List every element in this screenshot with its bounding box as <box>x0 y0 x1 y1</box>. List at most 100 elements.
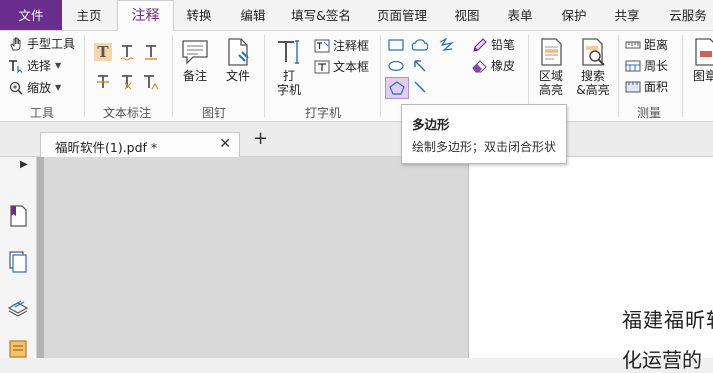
tab-cloud[interactable]: 云服务 <box>660 0 713 30</box>
tab-edit[interactable]: 编辑 <box>232 0 274 30</box>
replace-text-icon[interactable] <box>118 73 136 91</box>
tab-convert[interactable]: 转换 <box>178 0 220 30</box>
page-thumbnails-icon[interactable] <box>7 250 29 274</box>
group-label-text-markup: 文本标注 <box>102 106 151 120</box>
stamp-button[interactable]: 图章 <box>690 37 713 83</box>
perimeter-ruler-icon <box>625 58 641 74</box>
menu-bar: 文件 主页 注释 转换 编辑 填写&签名 页面管理 视图 表单 保护 共享 云服… <box>0 0 713 32</box>
hand-tool-label: 手型工具 <box>27 37 76 51</box>
hand-tool-button[interactable]: 手型工具 <box>8 35 75 52</box>
tooltip-description: 绘制多边形；双击闭合形状 <box>412 140 557 154</box>
tab-form[interactable]: 表单 <box>499 0 541 30</box>
rectangle-tool-icon[interactable] <box>387 36 405 54</box>
zoom-button[interactable]: 缩放 ▼ <box>8 79 61 96</box>
select-label: 选择 <box>27 59 52 73</box>
tab-page-manage[interactable]: 页面管理 <box>369 0 435 30</box>
attach-file-button[interactable]: 文件 <box>222 37 254 83</box>
pencil-button[interactable]: 铅笔 <box>472 36 515 53</box>
text-box-icon <box>314 59 330 75</box>
comment-box-button[interactable]: 注释框 <box>314 37 369 54</box>
area-highlight-button[interactable]: 区域 高亮 <box>534 37 568 97</box>
typewriter-button[interactable]: 打 字机 <box>272 37 306 97</box>
file-label: 文件 <box>225 69 250 83</box>
tab-fill-sign[interactable]: 填写&签名 <box>285 0 357 30</box>
highlight-text-icon[interactable]: T <box>94 43 112 61</box>
zoom-label: 缩放 <box>27 81 52 95</box>
tooltip-title: 多边形 <box>412 117 450 132</box>
area-highlight-icon <box>541 38 562 66</box>
distance-label: 距离 <box>644 38 669 52</box>
tab-comment[interactable]: 注释 <box>117 0 174 32</box>
tab-home[interactable]: 主页 <box>66 0 112 30</box>
close-icon[interactable]: ✕ <box>219 136 231 152</box>
new-tab-plus-icon[interactable]: + <box>253 128 268 149</box>
typewriter-icon <box>278 40 299 64</box>
file-attach-icon <box>228 38 249 66</box>
typewriter-label-line1: 打 <box>282 69 295 83</box>
area-button[interactable]: 面积 <box>625 78 668 95</box>
select-button[interactable]: 选择 ▼ <box>8 57 61 74</box>
stamp-label: 图章 <box>692 69 713 83</box>
layers-icon[interactable] <box>7 294 29 318</box>
polygon-tooltip: 多边形 绘制多边形；双击闭合形状 <box>401 104 567 164</box>
search-highlight-icon <box>582 38 605 66</box>
note-icon <box>182 40 208 65</box>
select-text-icon <box>8 58 24 74</box>
text-box-label: 文本框 <box>333 60 370 74</box>
group-divider <box>84 35 85 117</box>
polyline-tool-icon[interactable] <box>437 36 455 54</box>
tab-view[interactable]: 视图 <box>446 0 488 30</box>
document-tab-name: 福昕软件(1).pdf * <box>55 140 158 155</box>
group-label-measure: 测量 <box>636 106 661 120</box>
chevron-down-icon: ▼ <box>55 83 62 92</box>
pencil-icon <box>472 37 488 53</box>
bookmark-icon[interactable] <box>7 204 29 228</box>
file-menu[interactable]: 文件 <box>0 0 62 30</box>
comments-panel-icon[interactable] <box>7 337 29 361</box>
line-tool-icon[interactable] <box>411 78 429 96</box>
perimeter-button[interactable]: 周长 <box>625 57 668 74</box>
squiggly-text-icon[interactable] <box>118 43 136 61</box>
eraser-button[interactable]: 橡皮 <box>472 57 515 74</box>
note-button[interactable]: 备注 <box>179 37 211 83</box>
text-box-button[interactable]: 文本框 <box>314 58 369 75</box>
cloud-tool-icon[interactable] <box>411 36 429 54</box>
area-label: 面积 <box>644 80 669 94</box>
page-text-line-1: 福建福昕软 <box>622 308 713 332</box>
group-divider <box>380 35 381 117</box>
chevron-down-icon: ▼ <box>55 61 62 70</box>
search-highlight-button[interactable]: 搜索 &高亮 <box>574 37 612 97</box>
polygon-tool-icon[interactable] <box>385 77 409 99</box>
group-label-tools: 工具 <box>29 106 54 120</box>
area-highlight-label-line2: 高亮 <box>538 83 563 97</box>
group-label-typewriter: 打字机 <box>304 106 341 120</box>
ribbon: 手型工具 选择 ▼ 缩放 ▼ 工具 T 文本标注 备注 文件 图钉 打 字机 注… <box>0 31 713 122</box>
distance-button[interactable]: 距离 <box>625 36 668 53</box>
eraser-label: 橡皮 <box>491 59 516 73</box>
typewriter-label-line2: 字机 <box>276 83 301 97</box>
document-workspace[interactable] <box>37 157 468 358</box>
strikeout-text-icon[interactable] <box>94 73 112 91</box>
document-tab[interactable]: 福昕软件(1).pdf * ✕ <box>40 132 240 157</box>
eraser-icon <box>472 58 488 74</box>
zoom-icon <box>8 80 24 96</box>
group-divider <box>618 35 619 117</box>
tab-protect[interactable]: 保护 <box>553 0 595 30</box>
tab-share[interactable]: 共享 <box>606 0 648 30</box>
perimeter-label: 周长 <box>644 59 669 73</box>
distance-ruler-icon <box>625 37 641 53</box>
pencil-label: 铅笔 <box>491 38 516 52</box>
comment-box-label: 注释框 <box>333 39 370 53</box>
insert-text-icon[interactable] <box>142 73 160 91</box>
group-label-pin: 图钉 <box>201 106 226 120</box>
page-text-line-2: 化运营的 <box>622 348 702 372</box>
group-divider <box>172 35 173 117</box>
search-highlight-label-line1: 搜索 <box>580 69 605 83</box>
expand-panel-icon[interactable]: ▶ <box>20 159 28 170</box>
area-highlight-label-line1: 区域 <box>538 69 563 83</box>
oval-tool-icon[interactable] <box>387 57 405 75</box>
note-label: 备注 <box>182 69 207 83</box>
group-divider <box>264 35 265 117</box>
arrow-tool-icon[interactable] <box>411 57 429 75</box>
underline-text-icon[interactable] <box>142 43 160 61</box>
